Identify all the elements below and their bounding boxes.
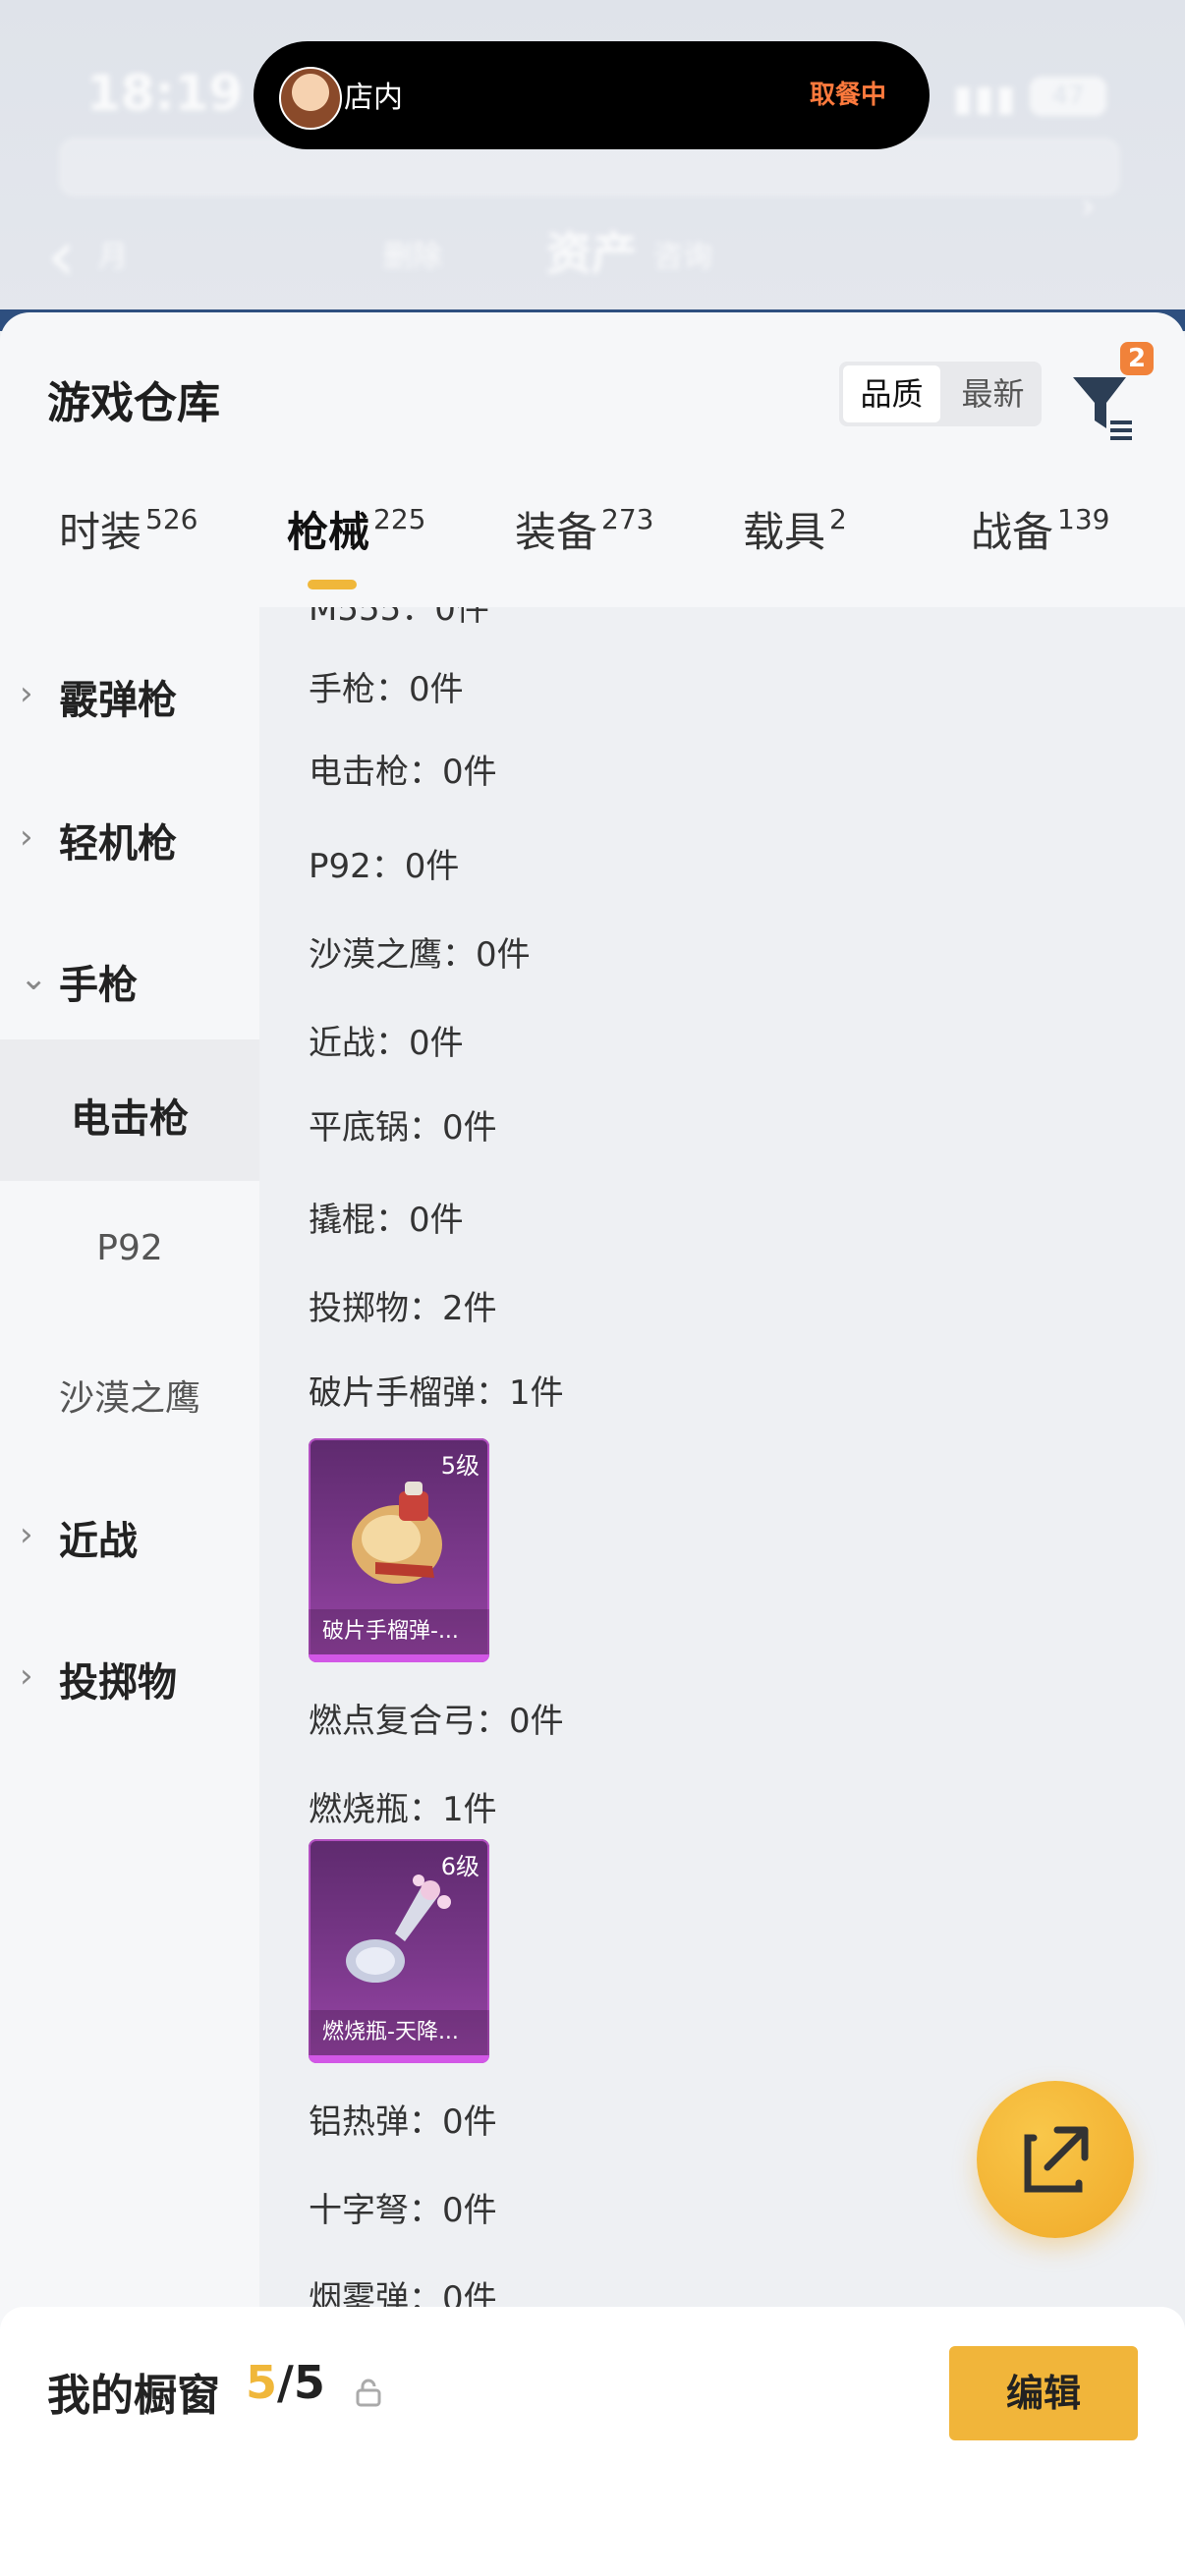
showcase-title: 我的橱窗: [47, 2371, 220, 2421]
share-icon: [1024, 2126, 1089, 2193]
list-item: 平底锅：0件: [309, 1108, 497, 1148]
share-button[interactable]: [977, 2081, 1134, 2238]
list-item: 近战：0件: [309, 1024, 464, 1063]
rarity-bar: [309, 2055, 489, 2063]
list-item: 撬棍：0件: [309, 1201, 464, 1240]
background-title: 资产: [546, 227, 637, 280]
category-tabs: 时装 526 枪械 225 装备 273 载具 2 战备 139: [0, 499, 1185, 597]
background-item: 删除: [383, 240, 442, 274]
showcase-total: 5: [293, 2356, 325, 2409]
category-sidebar: › 霰弹枪 › 轻机枪 ⌄ 手枪 电击枪 P92 沙漠之鹰 › 近战 › 投掷物: [0, 607, 259, 2576]
tab-count: 225: [373, 503, 426, 535]
island-status: 取餐中: [809, 81, 886, 110]
tab-fashion[interactable]: 时装 526: [59, 499, 198, 559]
lock-icon: [356, 2379, 381, 2407]
sidebar-item-label: 近战: [59, 1519, 138, 1564]
grenade-icon: [352, 1482, 442, 1584]
sidebar-subitem-desert-eagle[interactable]: 沙漠之鹰: [0, 1322, 259, 1464]
sidebar-item-lmg[interactable]: › 轻机枪: [0, 790, 259, 888]
sheet-title: 游戏仓库: [47, 378, 220, 428]
sort-toggle: 品质 最新: [839, 362, 1042, 426]
sidebar-item-label: 投掷物: [59, 1660, 177, 1706]
tab-count: 139: [1057, 503, 1110, 535]
showcase-bar: 我的橱窗 5/5 编辑: [0, 2307, 1185, 2576]
chevron-down-icon: ⌄: [20, 959, 48, 998]
sidebar-subitem-taser[interactable]: 电击枪: [0, 1039, 259, 1181]
tab-guns[interactable]: 枪械 225: [287, 499, 425, 559]
tab-equipment[interactable]: 装备 273: [515, 499, 653, 559]
tab-count: 273: [601, 503, 654, 535]
chevron-right-icon: ›: [1081, 187, 1096, 227]
background-item: 咨询: [653, 240, 712, 274]
filter-badge: 2: [1120, 342, 1154, 375]
island-title: 店内: [344, 81, 403, 115]
tab-vehicles[interactable]: 载具 2: [743, 499, 847, 559]
sort-quality-button[interactable]: 品质: [843, 365, 940, 422]
sidebar-item-melee[interactable]: › 近战: [0, 1487, 259, 1586]
tab-label: 战备: [971, 508, 1054, 556]
sidebar-item-label: 手枪: [59, 963, 138, 1008]
signal-icon: ▮▮▮: [953, 79, 1018, 119]
list-item: 燃点复合弓：0件: [309, 1702, 564, 1741]
item-card-molotov[interactable]: 6级 燃烧瓶-天降...: [309, 1839, 489, 2063]
molotov-icon: [346, 1875, 451, 1983]
item-card-frag-grenade[interactable]: 5级 破片手榴弹-...: [309, 1438, 489, 1662]
list-item: M555：0件: [309, 607, 489, 629]
tab-combat-gear[interactable]: 战备 139: [971, 499, 1109, 559]
sidebar-subitem-label: P92: [96, 1228, 163, 1268]
avatar: [279, 67, 342, 130]
list-item: 十字弩：0件: [309, 2191, 497, 2230]
chevron-right-icon: ›: [20, 817, 33, 857]
list-item: 燃烧瓶：1件: [309, 1790, 497, 1829]
sidebar-item-label: 轻机枪: [59, 821, 177, 867]
sidebar-item-shotgun[interactable]: › 霰弹枪: [0, 646, 259, 745]
sort-newest-button[interactable]: 最新: [944, 362, 1042, 426]
chevron-right-icon: ›: [20, 1515, 33, 1554]
item-name: 燃烧瓶-天降...: [309, 2010, 489, 2055]
list-item: 手枪：0件: [309, 670, 464, 709]
sidebar-subitem-p92[interactable]: P92: [0, 1181, 259, 1322]
edit-button[interactable]: 编辑: [949, 2346, 1138, 2440]
list-item: 电击枪：0件: [309, 753, 497, 792]
sidebar-subitem-label: 沙漠之鹰: [58, 1378, 200, 1419]
chevron-right-icon: ›: [20, 1656, 33, 1696]
live-activity-island[interactable]: 店内 取餐中: [254, 41, 930, 149]
tab-label: 枪械: [287, 508, 370, 556]
list-item: P92：0件: [309, 847, 460, 886]
item-name: 破片手榴弹-...: [309, 1609, 489, 1654]
showcase-count: 5/5: [246, 2356, 325, 2409]
tab-count: 2: [829, 503, 847, 535]
showcase-separator: /: [277, 2356, 294, 2409]
list-item: 破片手榴弹：1件: [309, 1373, 564, 1413]
background-item: 月: [98, 240, 128, 274]
status-time: 18:19: [86, 65, 244, 122]
tab-count: 526: [145, 503, 198, 535]
sidebar-item-throwables[interactable]: › 投掷物: [0, 1629, 259, 1727]
list-item: 沙漠之鹰：0件: [309, 935, 531, 975]
tab-label: 装备: [515, 508, 598, 556]
list-item: 投掷物：2件: [309, 1289, 497, 1328]
item-list: M555：0件 手枪：0件 电击枪：0件 P92：0件 沙漠之鹰：0件 近战：0…: [259, 607, 1185, 2576]
list-item: 铝热弹：0件: [309, 2102, 497, 2142]
active-tab-indicator: [308, 580, 357, 589]
sidebar-subitem-label: 电击枪: [71, 1096, 189, 1142]
filter-icon[interactable]: [1067, 364, 1136, 442]
tab-label: 载具: [743, 508, 826, 556]
battery-icon: 47: [1030, 77, 1106, 116]
sidebar-item-pistol[interactable]: ⌄ 手枪: [0, 931, 259, 1030]
rarity-bar: [309, 1654, 489, 1662]
tab-label: 时装: [59, 508, 142, 556]
showcase-current: 5: [246, 2356, 278, 2409]
back-icon[interactable]: ‹: [47, 214, 76, 297]
sidebar-item-label: 霰弹枪: [59, 678, 177, 723]
chevron-right-icon: ›: [20, 674, 33, 713]
